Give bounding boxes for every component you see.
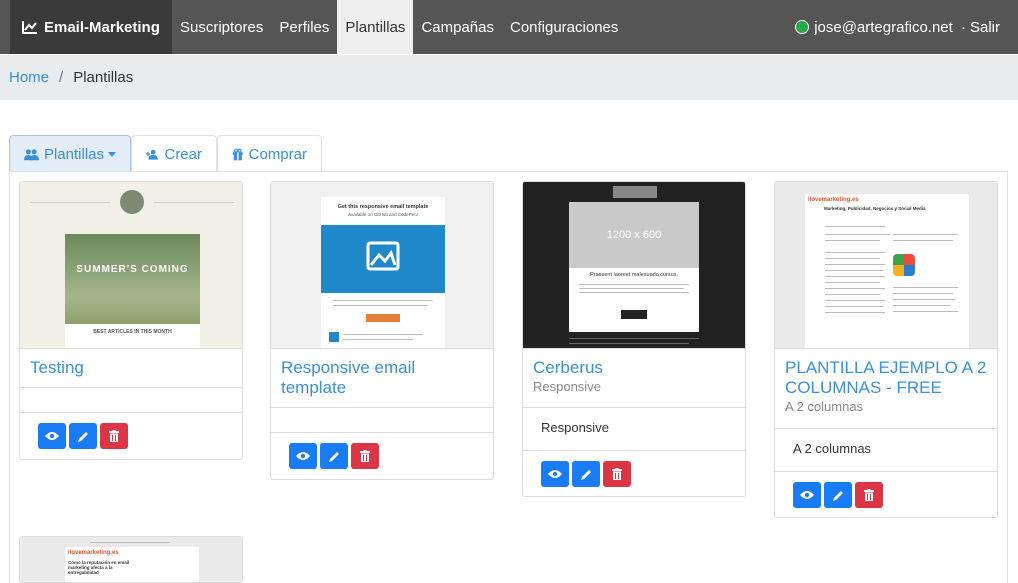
template-card: Get this responsive email template Avail… (270, 181, 494, 480)
eye-icon (45, 432, 59, 440)
delete-button[interactable] (855, 482, 883, 508)
user-plus-icon (146, 149, 158, 160)
tab-plantillas[interactable]: Plantillas (9, 135, 131, 172)
pencil-icon (328, 451, 339, 462)
eye-icon (548, 470, 562, 478)
card-actions (523, 450, 745, 496)
breadcrumb-current: Plantillas (73, 69, 134, 86)
template-card: ilovemarketing.es Cómo la reputación en … (19, 536, 243, 583)
line-chart-icon (22, 21, 37, 34)
users-icon (24, 148, 39, 160)
image-icon (321, 225, 445, 293)
tab-plantillas-label: Plantillas (43, 145, 104, 163)
thumb-hero-text: SUMMER'S COMING (76, 264, 189, 275)
card-actions (20, 412, 242, 459)
view-button[interactable] (541, 461, 569, 487)
card-subtitle: A 2 columnas (785, 399, 864, 414)
pencil-icon (77, 431, 88, 442)
user-icon (795, 20, 810, 34)
breadcrumb-separator: / (59, 69, 64, 86)
trash-icon (109, 430, 119, 442)
nav-plantillas[interactable]: Plantillas (337, 0, 414, 54)
gift-icon (232, 148, 243, 160)
email-graphic-icon (893, 254, 915, 276)
caret-down-icon (108, 151, 116, 157)
logout-link[interactable]: · Salir (961, 19, 1000, 36)
edit-button[interactable] (320, 443, 348, 469)
template-thumbnail[interactable]: ilovemarketing.es Cómo la reputación en … (20, 537, 242, 582)
template-thumbnail[interactable]: ilovemarketing.es Marketing, Publicidad,… (775, 182, 997, 349)
pencil-icon (832, 490, 843, 501)
user-email-link[interactable]: jose@artegrafico.net (814, 19, 953, 36)
logo-icon (120, 190, 144, 214)
thumb-caption: Praesent laoreet malesuada cursus. (589, 272, 679, 278)
top-navbar: Email-Marketing Suscriptores Perfiles Pl… (0, 0, 1018, 54)
nav-perfiles[interactable]: Perfiles (271, 0, 337, 54)
template-thumbnail[interactable]: Get this responsive email template Avail… (271, 182, 493, 349)
template-card: ilovemarketing.es Marketing, Publicidad,… (774, 181, 998, 518)
card-title[interactable]: PLANTILLA EJEMPLO A 2 COLUMNAS - FREE (785, 358, 987, 398)
delete-button[interactable] (351, 443, 379, 469)
view-button[interactable] (793, 482, 821, 508)
tab-crear[interactable]: Crear (131, 135, 217, 172)
card-subtitle: Responsive (533, 379, 601, 394)
view-button[interactable] (289, 443, 317, 469)
edit-button[interactable] (824, 482, 852, 508)
delete-button[interactable] (603, 461, 631, 487)
breadcrumb-home[interactable]: Home (9, 69, 49, 86)
card-description (271, 407, 493, 432)
view-button[interactable] (38, 423, 66, 449)
nav-configuraciones[interactable]: Configuraciones (502, 0, 626, 54)
hero-image: SUMMER'S COMING (65, 234, 200, 324)
pencil-icon (580, 469, 591, 480)
user-area: jose@artegrafico.net · Salir (795, 0, 1018, 54)
brand-label: Email-Marketing (44, 18, 160, 36)
thumb-caption: Cómo la reputación en email marketing af… (68, 560, 130, 575)
card-title[interactable]: Responsive email template (281, 358, 483, 398)
card-actions (775, 471, 997, 517)
breadcrumb: Home / Plantillas (0, 55, 1018, 100)
template-thumbnail[interactable]: SUMMER'S COMING BEST ARTICLES IN THIS MO… (20, 182, 242, 349)
delete-button[interactable] (100, 423, 128, 449)
tab-comprar-label: Comprar (248, 145, 307, 163)
thumb-heading: Get this responsive email template (337, 204, 429, 210)
card-description (20, 387, 242, 412)
edit-button[interactable] (69, 423, 97, 449)
card-title[interactable]: Testing (30, 358, 232, 378)
nav-suscriptores[interactable]: Suscriptores (172, 0, 271, 54)
edit-button[interactable] (572, 461, 600, 487)
template-card: 1200 x 600 Praesent laoreet malesuada cu… (522, 181, 746, 497)
trash-icon (612, 468, 622, 480)
eye-icon (800, 491, 814, 499)
trash-icon (360, 450, 370, 462)
card-title[interactable]: Cerberus (533, 358, 735, 378)
template-card: SUMMER'S COMING BEST ARTICLES IN THIS MO… (19, 181, 243, 460)
card-description: Responsive (523, 407, 745, 450)
trash-icon (864, 489, 874, 501)
tab-crear-label: Crear (164, 145, 202, 163)
template-thumbnail[interactable]: 1200 x 600 Praesent laoreet malesuada cu… (523, 182, 745, 349)
thumb-caption: Available on GitHub and CodePen! (348, 212, 418, 217)
card-actions (271, 432, 493, 479)
eye-icon (296, 452, 310, 460)
thumb-placeholder: 1200 x 600 (569, 202, 699, 268)
brand-link[interactable]: Email-Marketing (10, 0, 172, 54)
card-description: A 2 columnas (775, 428, 997, 471)
thumb-caption: BEST ARTICLES IN THIS MONTH (93, 329, 172, 335)
tab-comprar[interactable]: Comprar (217, 135, 322, 172)
nav-campanas[interactable]: Campañas (413, 0, 502, 54)
thumb-caption: Marketing, Publicidad, Negocios y Social… (824, 206, 926, 211)
